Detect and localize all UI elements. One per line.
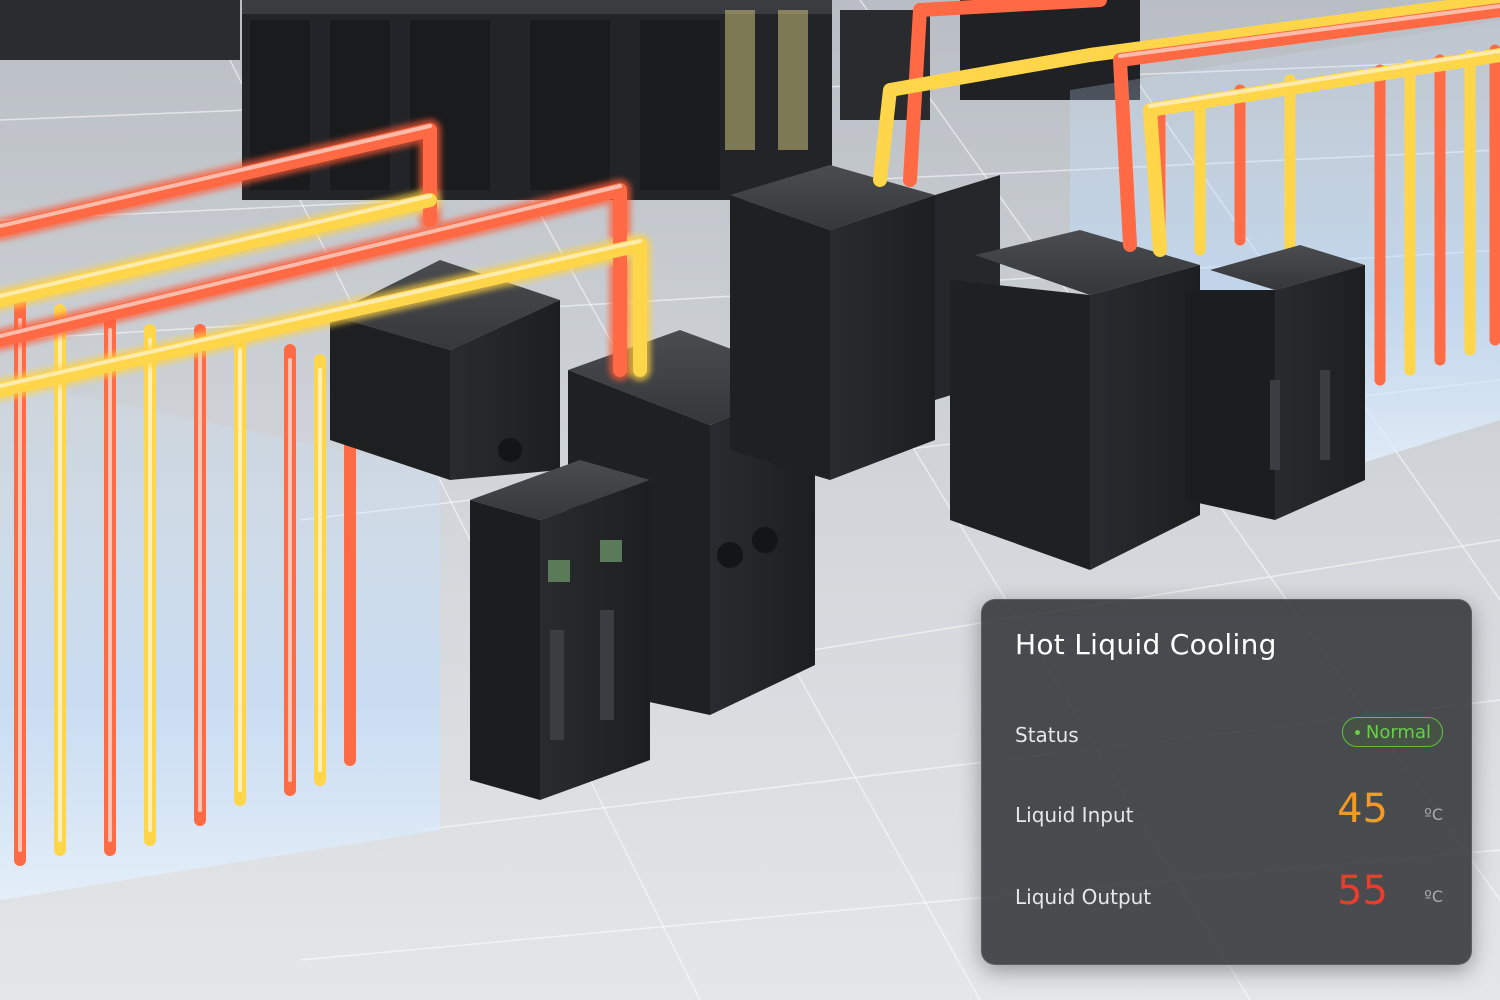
panel-title: Hot Liquid Cooling	[1015, 628, 1277, 661]
liquid-output-value: 55	[1337, 868, 1388, 914]
liquid-input-label: Liquid Input	[1015, 803, 1134, 827]
liquid-output-label: Liquid Output	[1015, 885, 1152, 909]
status-badge: Normal	[1341, 717, 1443, 747]
liquid-input-value: 45	[1337, 786, 1388, 832]
status-value: Normal	[1365, 721, 1431, 743]
status-dot-icon	[1354, 729, 1360, 735]
status-row: Status Normal	[1015, 715, 1443, 759]
liquid-input-row: Liquid Input 45 ºC	[1015, 789, 1443, 839]
status-label: Status	[1015, 723, 1079, 747]
liquid-output-unit: ºC	[1424, 887, 1443, 906]
liquid-output-row: Liquid Output 55 ºC	[1015, 871, 1443, 921]
hot-liquid-cooling-panel: Hot Liquid Cooling Status Normal Liquid …	[981, 599, 1472, 965]
liquid-input-unit: ºC	[1424, 805, 1443, 824]
